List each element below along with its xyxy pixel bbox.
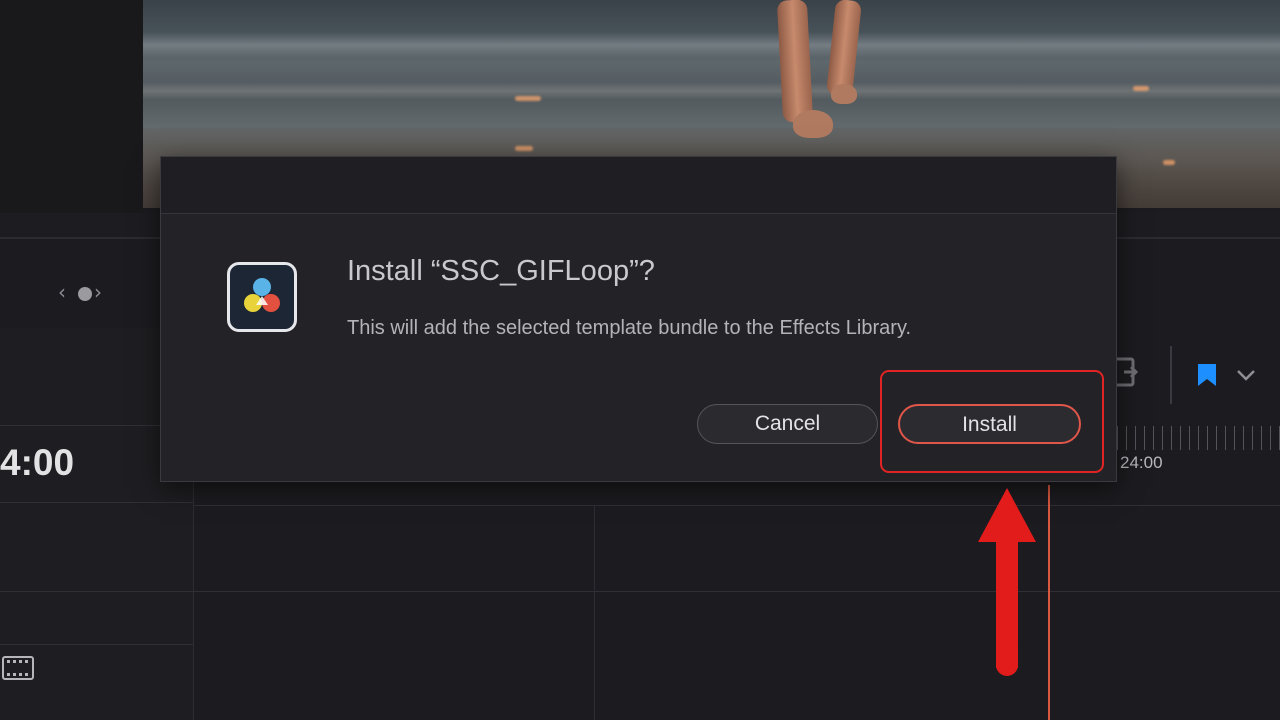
timeline-area[interactable]: [194, 485, 1280, 720]
viewer-navigation: ‹ ›: [58, 280, 112, 304]
ruler-timecode: 24:00: [1120, 453, 1163, 472]
annotation-arrow-icon: [978, 488, 1036, 676]
chevron-down-icon[interactable]: [1236, 368, 1256, 382]
dialog-header: [161, 157, 1116, 214]
film-strip-icon[interactable]: [2, 656, 34, 680]
dialog-title: Install “SSC_GIFLoop”?: [347, 255, 655, 287]
timecode-display: 4:00: [0, 442, 75, 483]
chevron-left-icon[interactable]: ‹: [58, 280, 76, 304]
dialog-message: This will add the selected template bund…: [347, 317, 912, 339]
playhead[interactable]: [1048, 485, 1050, 720]
chevron-right-icon[interactable]: ›: [94, 280, 112, 304]
annotation-highlight-box: [880, 370, 1104, 473]
marker-flag-icon[interactable]: [1196, 362, 1218, 388]
dot-icon[interactable]: [78, 286, 92, 301]
left-black-panel: [0, 0, 143, 213]
davinci-resolve-logo-icon: [227, 262, 297, 332]
cancel-button[interactable]: Cancel: [697, 404, 878, 444]
toolbar-separator: [1170, 346, 1172, 404]
timeline-ruler[interactable]: [1117, 426, 1280, 450]
